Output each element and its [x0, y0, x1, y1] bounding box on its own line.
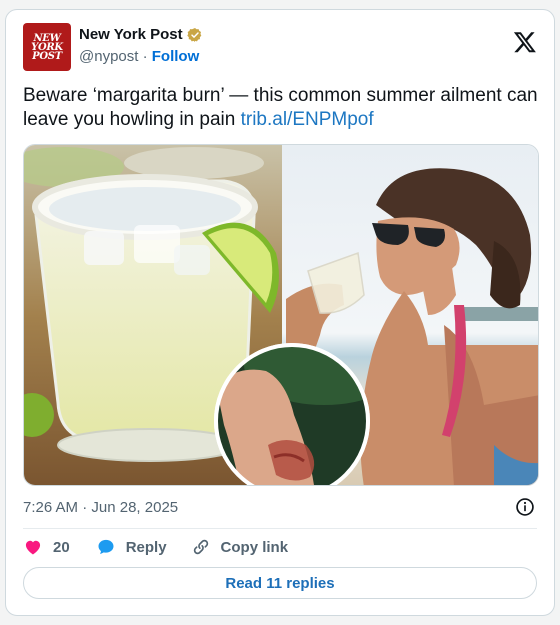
meta-separator: ·: [82, 498, 88, 516]
logo-line-3: POST: [32, 50, 62, 62]
like-button[interactable]: 20: [23, 537, 70, 557]
author-handle-row: @nypost · Follow: [79, 48, 199, 65]
speech-bubble-icon: [98, 539, 114, 555]
tweet-media[interactable]: [23, 144, 539, 486]
tweet-card: NEW YORK POST New York Post @nypost · Fo…: [5, 9, 555, 616]
read-replies-button[interactable]: Read 11 replies: [23, 567, 537, 599]
verified-badge-icon: [186, 27, 201, 42]
media-image: [24, 145, 538, 485]
tweet-time: 7:26 AM: [23, 498, 79, 516]
link-icon: [193, 539, 208, 555]
tweet-timestamp[interactable]: 7:26 AM · Jun 28, 2025: [23, 496, 537, 518]
tweet-text: Beware ‘margarita burn’ — this common su…: [23, 84, 543, 132]
new-york-post-logo: NEW YORK POST: [31, 33, 63, 62]
read-replies-label: Read 11 replies: [225, 574, 335, 592]
tweet-date: Jun 28, 2025: [91, 498, 179, 516]
reply-button[interactable]: Reply: [96, 537, 167, 557]
divider: [23, 528, 537, 529]
tweet-header: NEW YORK POST New York Post @nypost · Fo…: [23, 23, 537, 73]
copy-link-button[interactable]: Copy link: [191, 537, 289, 557]
avatar[interactable]: NEW YORK POST: [23, 23, 71, 71]
separator-dot: ·: [142, 48, 148, 65]
action-bar: 20 Reply Copy link: [23, 535, 312, 559]
copy-link-label: Copy link: [220, 538, 289, 556]
author-name-row: New York Post: [79, 26, 203, 43]
x-logo-icon[interactable]: [513, 30, 537, 54]
heart-icon: [25, 540, 41, 555]
reply-label: Reply: [125, 538, 167, 556]
tweet-link[interactable]: trib.al/ENPMpof: [241, 109, 374, 130]
info-icon[interactable]: [515, 497, 535, 517]
like-count: 20: [53, 538, 70, 556]
follow-button[interactable]: Follow: [152, 48, 200, 65]
author-name[interactable]: New York Post: [79, 26, 183, 43]
author-handle[interactable]: @nypost: [79, 48, 138, 65]
